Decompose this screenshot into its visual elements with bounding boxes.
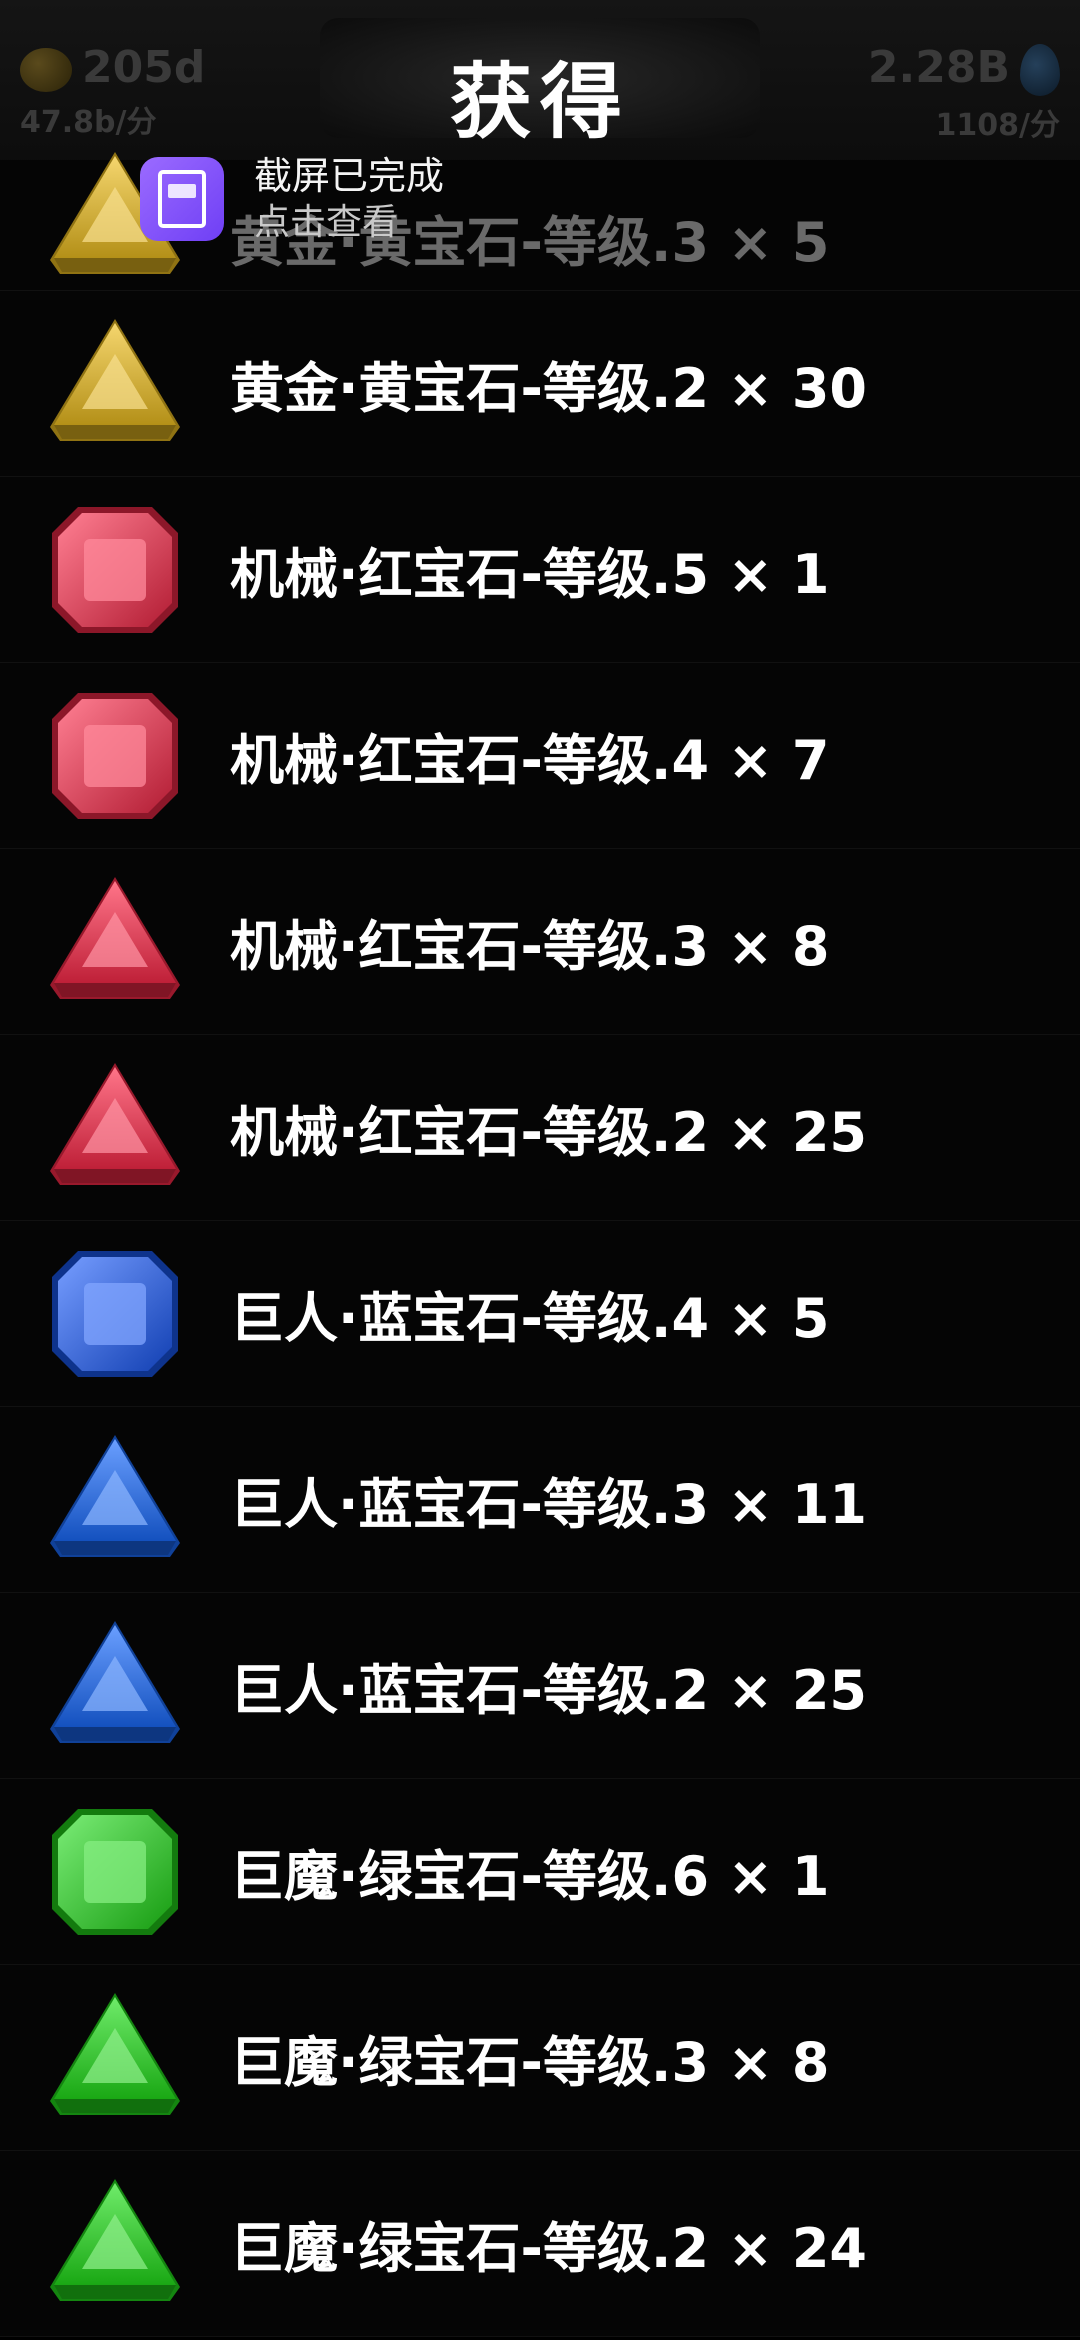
blue-square-gem-icon	[40, 1239, 190, 1389]
reward-row: 机械·红宝石-等级.4 × 7	[0, 663, 1080, 849]
green-triangle-gem-icon	[40, 2169, 190, 2319]
red-triangle-gem-icon	[40, 867, 190, 1017]
page-title: 获得	[449, 55, 630, 150]
toast-action[interactable]: 点击查看	[254, 200, 444, 246]
reward-row: 巨人·蓝宝石-等级.2 × 25	[0, 1593, 1080, 1779]
reward-row: 巨魔·绿宝石-等级.6 × 1	[0, 1779, 1080, 1965]
reward-label: 机械·红宝石-等级.4 × 7	[230, 729, 830, 792]
reward-row: 巨魔·绿宝石-等级.3 × 8	[0, 1965, 1080, 2151]
reward-label: 巨魔·绿宝石-等级.3 × 8	[230, 2031, 830, 2094]
reward-label: 巨魔·绿宝石-等级.6 × 1	[230, 1845, 830, 1908]
rewards-screen: 205d 47.8b/分 2.28B 1108/分 获得 截屏已完成 点击查看 …	[0, 0, 1080, 2340]
reward-row: 机械·红宝石-等级.2 × 25	[0, 1035, 1080, 1221]
green-triangle-gem-icon	[40, 1983, 190, 2133]
reward-row: 机械·红宝石-等级.5 × 1	[0, 477, 1080, 663]
red-square-gem-icon	[40, 681, 190, 831]
blue-triangle-gem-icon	[40, 1611, 190, 1761]
reward-row: 巨人·蓝宝石-等级.4 × 5	[0, 1221, 1080, 1407]
reward-label: 机械·红宝石-等级.3 × 8	[230, 915, 830, 978]
reward-row: 巨人·蓝宝石-等级.3 × 11	[0, 1407, 1080, 1593]
toast-title: 截屏已完成	[254, 154, 445, 198]
screenshot-icon	[140, 157, 224, 241]
red-square-gem-icon	[40, 495, 190, 645]
blue-triangle-gem-icon	[40, 1425, 190, 1575]
reward-label: 巨魔·绿宝石-等级.2 × 24	[230, 2217, 868, 2280]
screenshot-toast[interactable]: 截屏已完成 点击查看	[140, 152, 444, 246]
red-triangle-gem-icon	[40, 1053, 190, 1203]
reward-row: 巨魔·绿宝石-等级.2 × 24	[0, 2151, 1080, 2337]
reward-row: 黄金·黄宝石-等级.2 × 30	[0, 291, 1080, 477]
green-square-gem-icon	[40, 1797, 190, 1947]
reward-label: 巨人·蓝宝石-等级.3 × 11	[230, 1473, 868, 1536]
reward-label: 巨人·蓝宝石-等级.2 × 25	[230, 1659, 868, 1722]
reward-label: 机械·红宝石-等级.5 × 1	[230, 543, 830, 606]
reward-row: 机械·红宝石-等级.3 × 8	[0, 849, 1080, 1035]
reward-label: 巨人·蓝宝石-等级.4 × 5	[230, 1287, 830, 1350]
yellow-triangle-gem-icon	[40, 309, 190, 459]
reward-list[interactable]: 黄金·黄宝石-等级.3 × 5 黄金·黄宝石-等级.2 × 30 机械·红宝石-等级…	[0, 152, 1080, 2337]
reward-label: 黄金·黄宝石-等级.2 × 30	[230, 357, 868, 420]
reward-label: 机械·红宝石-等级.2 × 25	[230, 1101, 868, 1164]
